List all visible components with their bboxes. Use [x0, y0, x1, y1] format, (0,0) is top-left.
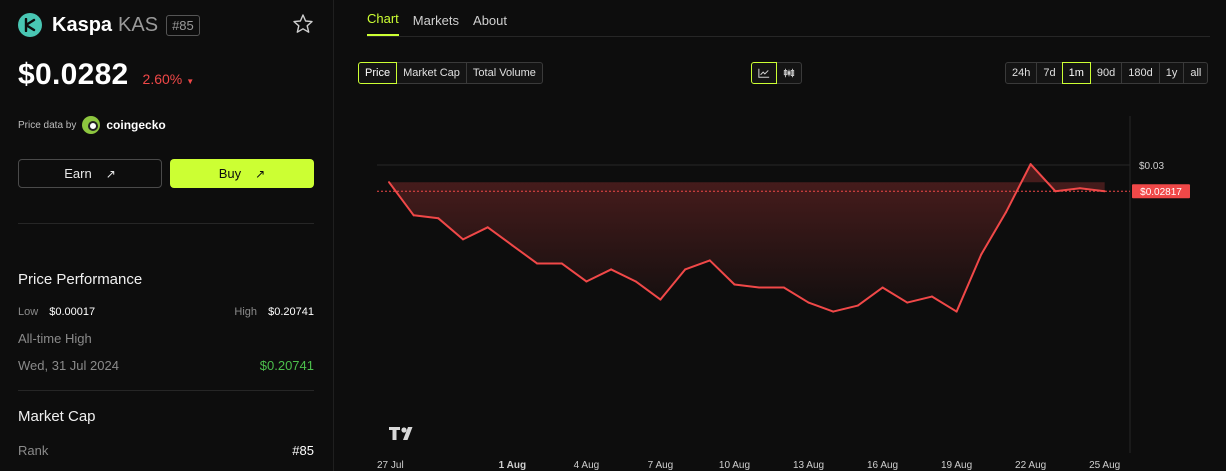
divider — [18, 390, 314, 391]
divider — [18, 223, 314, 224]
external-arrow-icon: ↗ — [105, 166, 116, 181]
x-tick-label: 13 Aug — [793, 460, 824, 471]
price-chart[interactable]: $0.02817 $0.03 27 Jul 1 Aug 4 Aug 7 Aug 10 Au… — [367, 108, 1226, 471]
metric-total-volume[interactable]: Total Volume — [465, 62, 543, 84]
range-1y[interactable]: 1y — [1158, 62, 1185, 84]
coin-summary-panel: Kaspa KAS #85 $0.0282 2.60% ▼ Price data… — [0, 0, 334, 471]
coin-name: Kaspa — [52, 13, 113, 36]
x-tick-label: 10 Aug — [719, 460, 750, 471]
range-90d[interactable]: 90d — [1089, 62, 1123, 84]
market-cap-title: Market Cap — [18, 408, 96, 425]
x-tick-label: 4 Aug — [574, 460, 600, 471]
range-7d[interactable]: 7d — [1036, 62, 1063, 84]
high-label: High — [234, 306, 258, 318]
low-value: $0.00017 — [49, 306, 96, 318]
external-arrow-icon: ↗ — [255, 166, 266, 181]
y-tick-label: $0.03 — [1139, 161, 1164, 172]
high-value: $0.20741 — [268, 306, 314, 318]
buy-button[interactable]: Buy ↗ — [170, 159, 314, 188]
price-chart-svg: $0.02817 $0.03 27 Jul 1 Aug 4 Aug 7 Aug 10 Au… — [377, 116, 1190, 471]
metric-price[interactable]: Price — [358, 62, 398, 84]
coin-symbol: KAS — [118, 13, 159, 36]
current-price: $0.0282 — [18, 58, 129, 91]
coin-header: Kaspa KAS #85 — [18, 10, 314, 40]
earn-button[interactable]: Earn ↗ — [18, 159, 162, 188]
ath-label-row: All-time High — [18, 331, 314, 346]
rank-tag: #85 — [166, 14, 200, 36]
price-source-label: Price data by — [18, 119, 77, 131]
x-tick-label: 19 Aug — [941, 460, 972, 471]
chart-type-toggle — [751, 62, 802, 84]
ath-label: All-time High — [18, 331, 92, 346]
rank-value: #85 — [292, 443, 314, 458]
range-180d[interactable]: 180d — [1121, 62, 1160, 84]
ath-date: Wed, 31 Jul 2024 — [18, 358, 119, 373]
favorite-star-icon[interactable] — [292, 13, 314, 35]
ath-value: $0.20741 — [259, 358, 314, 373]
tab-about[interactable]: About — [473, 13, 507, 36]
current-price-label: $0.02817 — [1140, 187, 1182, 198]
tradingview-logo[interactable] — [389, 427, 413, 440]
price-area-fill — [389, 164, 1105, 312]
x-tick-label: 16 Aug — [867, 460, 898, 471]
tab-chart[interactable]: Chart — [367, 11, 399, 36]
tab-markets[interactable]: Markets — [413, 13, 459, 36]
coingecko-logo-icon — [82, 116, 101, 134]
range-1m[interactable]: 1m — [1061, 62, 1091, 84]
detail-tabs: Chart Markets About — [367, 0, 1210, 37]
metric-toggle: Price Market Cap Total Volume — [358, 62, 543, 84]
kaspa-logo-icon — [18, 13, 42, 37]
x-tick-label: 1 Aug — [499, 460, 526, 471]
down-arrow-icon: ▼ — [186, 77, 195, 86]
price-change: 2.60% — [142, 71, 183, 87]
earn-button-label: Earn — [64, 166, 92, 181]
price-source: Price data by coingecko — [18, 116, 166, 134]
candlestick-icon[interactable] — [776, 62, 802, 84]
provider-name[interactable]: coingecko — [106, 118, 165, 132]
rank-label: Rank — [18, 443, 49, 458]
x-tick-label: 25 Aug — [1089, 460, 1120, 471]
ath-row: Wed, 31 Jul 2024 $0.20741 — [18, 358, 314, 373]
buy-button-label: Buy — [218, 166, 242, 181]
rank-row: Rank #85 — [18, 443, 314, 458]
x-tick-label: 22 Aug — [1015, 460, 1046, 471]
x-tick-label: 7 Aug — [648, 460, 674, 471]
low-label: Low — [18, 306, 39, 318]
line-chart-icon[interactable] — [751, 62, 777, 84]
price-row: $0.0282 2.60% ▼ — [18, 58, 194, 92]
range-toggle: 24h 7d 1m 90d 180d 1y all — [1005, 62, 1209, 84]
metric-market-cap[interactable]: Market Cap — [396, 62, 467, 84]
range-24h[interactable]: 24h — [1005, 62, 1038, 84]
price-performance-title: Price Performance — [18, 271, 143, 288]
low-high-row: Low $0.00017 High $0.20741 — [18, 306, 314, 318]
range-all[interactable]: all — [1183, 62, 1209, 84]
x-tick-label: 27 Jul — [377, 460, 404, 471]
